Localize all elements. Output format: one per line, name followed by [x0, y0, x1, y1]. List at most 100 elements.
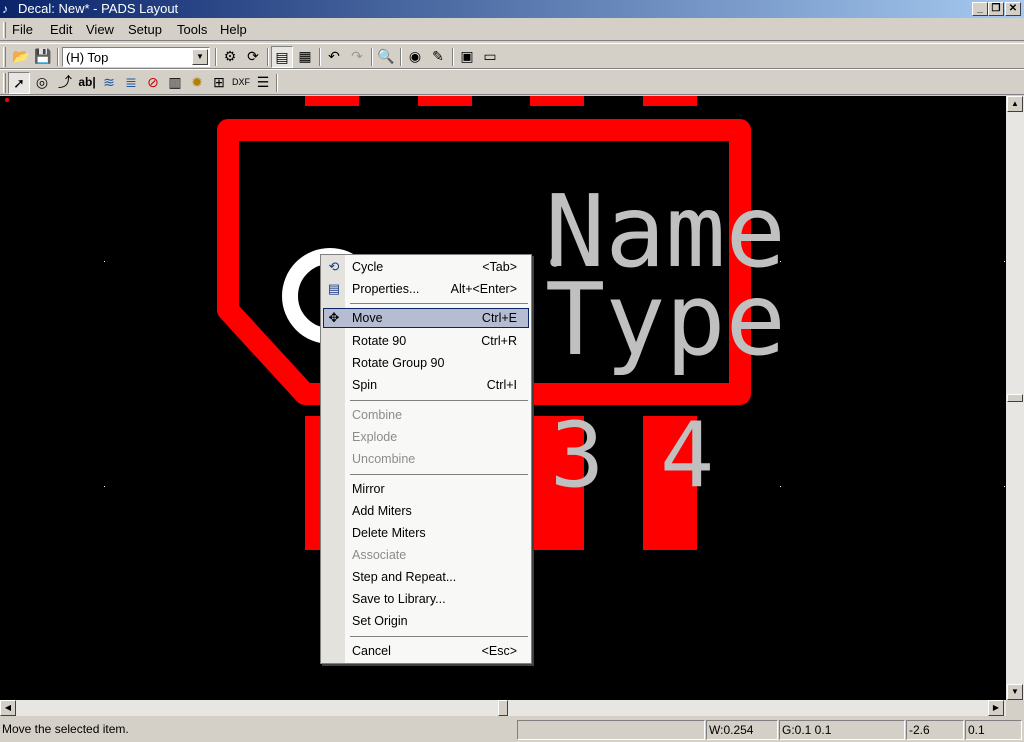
layer-select-value: (H) Top [66, 50, 109, 65]
view-icon[interactable]: ◉ [404, 46, 426, 68]
scroll-corner [1006, 700, 1024, 716]
2d-line-icon[interactable]: ≋ [98, 72, 120, 94]
scroll-up-button[interactable]: ▲ [1007, 96, 1023, 112]
menu-item-label: Mirror [352, 482, 385, 496]
status-message: Move the selected item. [2, 722, 129, 736]
menu-file[interactable]: File [12, 22, 33, 38]
wizard-star-icon[interactable]: ✹ [186, 72, 208, 94]
terminal-icon[interactable]: ◎ [31, 72, 53, 94]
top-pad-1 [305, 96, 359, 106]
layer-select[interactable]: (H) Top ▼ [62, 47, 210, 67]
menu-item-label: Spin [352, 378, 378, 392]
context-menu: ⟲ Cycle <Tab> ▤ Properties... Alt+<Enter… [320, 254, 532, 664]
pin-label-3: 3 [550, 403, 604, 508]
keepout-icon[interactable]: ⊘ [142, 72, 164, 94]
decal-icon[interactable]: ⊞ [208, 72, 230, 94]
menu-item-add-miters[interactable]: Add Miters [323, 501, 529, 521]
menu-item-save-to-library[interactable]: Save to Library... [323, 589, 529, 609]
scroll-down-button[interactable]: ▼ [1007, 684, 1023, 700]
horizontal-scroll-thumb[interactable] [498, 700, 508, 716]
menu-item-label: Associate [352, 548, 407, 562]
scroll-left-button[interactable]: ◀ [0, 700, 16, 716]
menu-item-label: Rotate 90 [352, 334, 407, 348]
menu-item-shortcut: Alt+<Enter> [450, 282, 517, 296]
menu-item-cycle[interactable]: ⟲ Cycle <Tab> [323, 257, 529, 277]
horizontal-scrollbar[interactable]: ◀ ▶ [0, 700, 1006, 716]
select-icon[interactable]: ➚ [8, 72, 30, 94]
top-pad-3 [530, 96, 584, 106]
cycle-icon: ⟲ [328, 259, 340, 274]
vertical-scrollbar[interactable]: ▲ ▼ [1006, 96, 1024, 700]
menu-item-properties[interactable]: ▤ Properties... Alt+<Enter> [323, 279, 529, 299]
save-icon[interactable]: 💾 [32, 46, 54, 68]
menu-item-spin[interactable]: Spin Ctrl+I [323, 375, 529, 395]
status-width: W:0.254 [706, 720, 778, 740]
menu-item-step-and-repeat[interactable]: Step and Repeat... [323, 567, 529, 587]
properties-icon[interactable]: ⚙ [219, 46, 241, 68]
menu-tools[interactable]: Tools [177, 22, 207, 38]
minimize-button[interactable]: _ [972, 2, 988, 16]
separator [371, 48, 373, 66]
toolbar-grip [3, 47, 6, 67]
menu-separator [350, 400, 528, 401]
menu-edit[interactable]: Edit [50, 22, 72, 38]
menu-item-move[interactable]: ✥ Move Ctrl+E [323, 308, 529, 328]
menu-item-set-origin[interactable]: Set Origin [323, 611, 529, 631]
refresh-icon[interactable]: ⟳ [242, 46, 264, 68]
toolbar-grip [3, 73, 6, 93]
drafting-toolbar: ➚ ◎ ⤴ ab| ≋ ≣ ⊘ ▥ ✹ ⊞ DXF ☰ [0, 69, 1024, 95]
menu-help[interactable]: Help [220, 22, 247, 38]
menu-bar: File Edit View Setup Tools Help [0, 19, 1024, 41]
menu-grip [3, 22, 6, 38]
text-icon[interactable]: ab| [76, 72, 98, 94]
menu-separator [350, 303, 528, 304]
open-icon[interactable]: 📂 [10, 46, 32, 68]
menu-view[interactable]: View [86, 22, 114, 38]
menu-item-label: Set Origin [352, 614, 408, 628]
menu-item-delete-miters[interactable]: Delete Miters [323, 523, 529, 543]
pin-label-4: 4 [660, 403, 714, 508]
copper-icon[interactable]: ≣ [120, 72, 142, 94]
origin-marker [5, 98, 9, 102]
undo-icon[interactable]: ↶ [323, 46, 345, 68]
pad-icon[interactable]: ▥ [164, 72, 186, 94]
scroll-right-button[interactable]: ▶ [988, 700, 1004, 716]
window-icon[interactable]: ▭ [479, 46, 501, 68]
wizard-icon[interactable]: ⤴ [54, 72, 76, 94]
menu-item-label: Move [352, 311, 383, 325]
menu-separator [350, 474, 528, 475]
restore-button[interactable]: ❐ [988, 2, 1004, 16]
menu-separator [350, 636, 528, 637]
menu-item-rotate-group-90[interactable]: Rotate Group 90 [323, 353, 529, 373]
label-type: Type [545, 261, 786, 378]
chevron-down-icon[interactable]: ▼ [192, 49, 208, 65]
vertical-scroll-thumb[interactable] [1007, 394, 1023, 402]
separator [400, 48, 402, 66]
menu-item-label: Explode [352, 430, 398, 444]
library-icon[interactable]: ▣ [456, 46, 478, 68]
redo-icon[interactable]: ↷ [346, 46, 368, 68]
top-pad-2 [418, 96, 472, 106]
brush-icon[interactable]: ✎ [427, 46, 449, 68]
separator [452, 48, 454, 66]
menu-item-label: Cycle [352, 260, 384, 274]
dxf-icon[interactable]: DXF [230, 72, 252, 94]
close-button[interactable]: ✕ [1005, 2, 1021, 16]
menu-setup[interactable]: Setup [128, 22, 162, 38]
menu-item-label: Uncombine [352, 452, 416, 466]
zoom-icon[interactable]: 🔍 [375, 46, 397, 68]
layer-toggle-icon[interactable]: ▤ [271, 46, 293, 68]
status-grid: G:0.1 0.1 [779, 720, 905, 740]
menu-item-label: Rotate Group 90 [352, 356, 445, 370]
menu-item-mirror[interactable]: Mirror [323, 479, 529, 499]
menu-item-rotate-90[interactable]: Rotate 90 Ctrl+R [323, 331, 529, 351]
separator [57, 48, 59, 66]
menu-item-cancel[interactable]: Cancel <Esc> [323, 641, 529, 661]
menu-item-combine: Combine [323, 405, 529, 425]
display-colors-icon[interactable]: ▦ [294, 46, 316, 68]
window-title: Decal: New* - PADS Layout [18, 1, 179, 16]
separator [215, 48, 217, 66]
menu-item-label: Step and Repeat... [352, 570, 457, 584]
list-icon[interactable]: ☰ [252, 72, 274, 94]
menu-item-shortcut: Ctrl+E [481, 311, 517, 325]
